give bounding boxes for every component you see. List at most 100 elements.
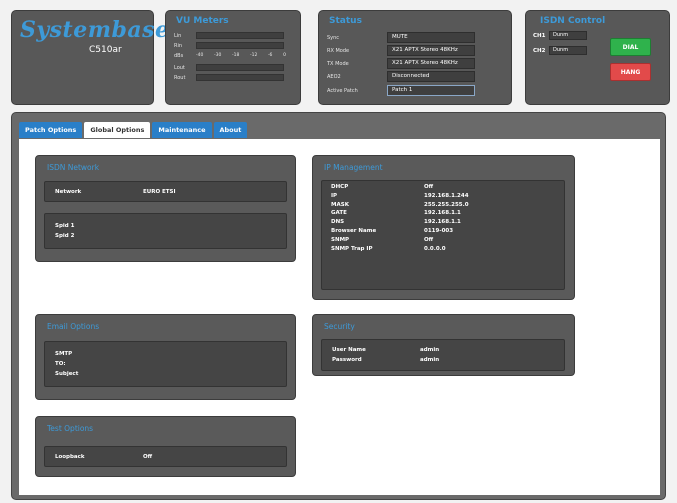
user-name-kv: User Name admin	[332, 346, 439, 354]
isdn-control-panel: ISDN Control CH1 Dunm CH2 Dunm DIAL HANG	[525, 10, 670, 105]
spid-box: Spid 1 Spid 2	[44, 213, 287, 249]
ip-value[interactable]: Off	[424, 236, 469, 245]
network-value: EURO ETSI	[143, 189, 176, 195]
security-box[interactable]: User Name admin Password admin	[321, 339, 565, 371]
tab-global-options[interactable]: Global Options	[84, 122, 151, 138]
email-options-section: Email Options SMTP TO: Subject	[35, 314, 296, 400]
vu-label: Lout	[174, 64, 185, 71]
security-title: Security	[324, 322, 355, 331]
vu-tick: -40	[196, 53, 204, 58]
vu-row-rout: Rout	[174, 74, 284, 81]
status-value: Disconnected	[387, 71, 475, 82]
network-label: Network	[55, 189, 82, 195]
ip-value[interactable]: 0.0.0.0	[424, 245, 469, 254]
status-row: TX Mode X21 APTX Stereo 48KHz	[327, 58, 475, 69]
network-row[interactable]: Network EURO ETSI	[44, 181, 287, 202]
vu-tick: -12	[249, 53, 258, 58]
ip-value[interactable]: 0119-003	[424, 227, 469, 236]
global-options-content: ISDN Network Network EURO ETSI Spid 1 Sp…	[19, 139, 660, 495]
security-section: Security User Name admin Password admin	[312, 314, 575, 376]
logo-name: Systembase	[20, 17, 170, 43]
vu-bar	[196, 32, 284, 39]
tab-about[interactable]: About	[213, 122, 248, 138]
ip-label: SNMP Trap IP	[331, 245, 373, 252]
ip-label: IP	[331, 192, 338, 199]
vu-tick: 0	[283, 53, 286, 58]
ip-label: SNMP	[331, 236, 350, 243]
ip-label: MASK	[331, 201, 349, 208]
status-row: Sync MUTE	[327, 32, 475, 43]
dial-button[interactable]: DIAL	[610, 38, 651, 56]
ip-value[interactable]: 192.168.1.1	[424, 209, 469, 218]
ip-label: Browser Name	[331, 227, 377, 234]
vu-row-lin: Lin	[174, 32, 284, 39]
status-label: TX Mode	[327, 60, 349, 67]
ip-management-section: IP Management DHCP Off IP 192.168.1.244 MA…	[312, 155, 575, 300]
network-kv: Network EURO ETSI	[55, 188, 176, 196]
vu-label: dBs	[174, 52, 184, 59]
test-options-section: Test Options Loopback Off	[35, 416, 296, 477]
channel-label: CH2	[533, 47, 546, 54]
isdn-control-title: ISDN Control	[540, 16, 606, 26]
status-label: Active Patch	[327, 87, 358, 94]
channel-row-ch1: CH1 Dunm	[533, 31, 587, 40]
ip-label: DHCP	[331, 184, 349, 190]
tab-maintenance[interactable]: Maintenance	[152, 122, 212, 138]
password-kv: Password admin	[332, 356, 439, 364]
hang-button[interactable]: HANG	[610, 63, 651, 81]
channel-row-ch2: CH2 Dunm	[533, 46, 587, 55]
loopback-value: Off	[143, 454, 153, 460]
status-row: Active Patch Patch 1	[327, 85, 475, 96]
vu-tick: -30	[213, 53, 222, 58]
ip-value[interactable]: Off	[424, 183, 469, 192]
user-name-label: User Name	[332, 347, 366, 353]
email-options-title: Email Options	[47, 322, 100, 331]
subject-label: Subject	[55, 371, 79, 377]
active-patch-value: Patch 1	[387, 85, 475, 96]
ip-value[interactable]: 192.168.1.1	[424, 218, 469, 227]
loopback-kv: Loopback Off	[55, 453, 152, 461]
tab-bar: Patch Options Global Options Maintenance…	[19, 122, 249, 138]
email-lines: SMTP TO: Subject	[55, 349, 78, 379]
channel-label: CH1	[533, 32, 546, 39]
status-value: MUTE	[387, 32, 475, 43]
spid-lines: Spid 1 Spid 2	[55, 221, 74, 241]
user-name-value: admin	[420, 347, 440, 353]
ip-management-grid: DHCP Off IP 192.168.1.244 MASK 255.255.255.…	[331, 183, 469, 253]
ip-management-title: IP Management	[324, 163, 383, 172]
vu-tick: -6	[267, 53, 273, 58]
status-label: Sync	[327, 34, 340, 41]
logo-model: C510ar	[89, 45, 122, 55]
status-panel: Status Sync MUTE RX Mode X21 APTX Stereo 4…	[318, 10, 512, 105]
vu-label: Rout	[174, 74, 186, 81]
logo-panel: Systembase C510ar	[11, 10, 169, 105]
password-value: admin	[420, 357, 440, 363]
email-box[interactable]: SMTP TO: Subject	[44, 341, 287, 387]
status-label: AEO2	[327, 73, 341, 80]
ip-value[interactable]: 192.168.1.244	[424, 192, 469, 201]
ip-label: GATE	[331, 210, 347, 217]
status-value: X21 APTX Stereo 48KHz	[387, 45, 475, 56]
vu-tick: -18	[231, 53, 240, 58]
vu-label: Rin	[174, 42, 183, 49]
vu-label: Lin	[174, 32, 182, 39]
loopback-label: Loopback	[55, 454, 85, 460]
status-value: X21 APTX Stereo 48KHz	[387, 58, 475, 69]
status-row: AEO2 Disconnected	[327, 71, 475, 82]
status-row: RX Mode X21 APTX Stereo 48KHz	[327, 45, 475, 56]
status-label: RX Mode	[327, 47, 350, 54]
tab-patch-options[interactable]: Patch Options	[19, 122, 83, 138]
spid2-label: Spid 2	[55, 233, 75, 239]
main-panel: Patch Options Global Options Maintenance…	[11, 112, 666, 500]
test-options-title: Test Options	[47, 424, 94, 433]
vu-scale: -40 -30 -18 -12 -6 0	[196, 53, 286, 58]
to-label: TO:	[55, 361, 66, 367]
isdn-network-title: ISDN Network	[47, 163, 100, 172]
channel-value[interactable]: Dunm	[549, 31, 587, 40]
vu-bar	[196, 74, 284, 81]
vu-bar	[196, 42, 284, 49]
channel-value[interactable]: Dunm	[549, 46, 587, 55]
vu-meters-title: VU Meters	[176, 16, 229, 26]
ip-value[interactable]: 255.255.255.0	[424, 201, 469, 210]
loopback-row[interactable]: Loopback Off	[44, 446, 287, 467]
